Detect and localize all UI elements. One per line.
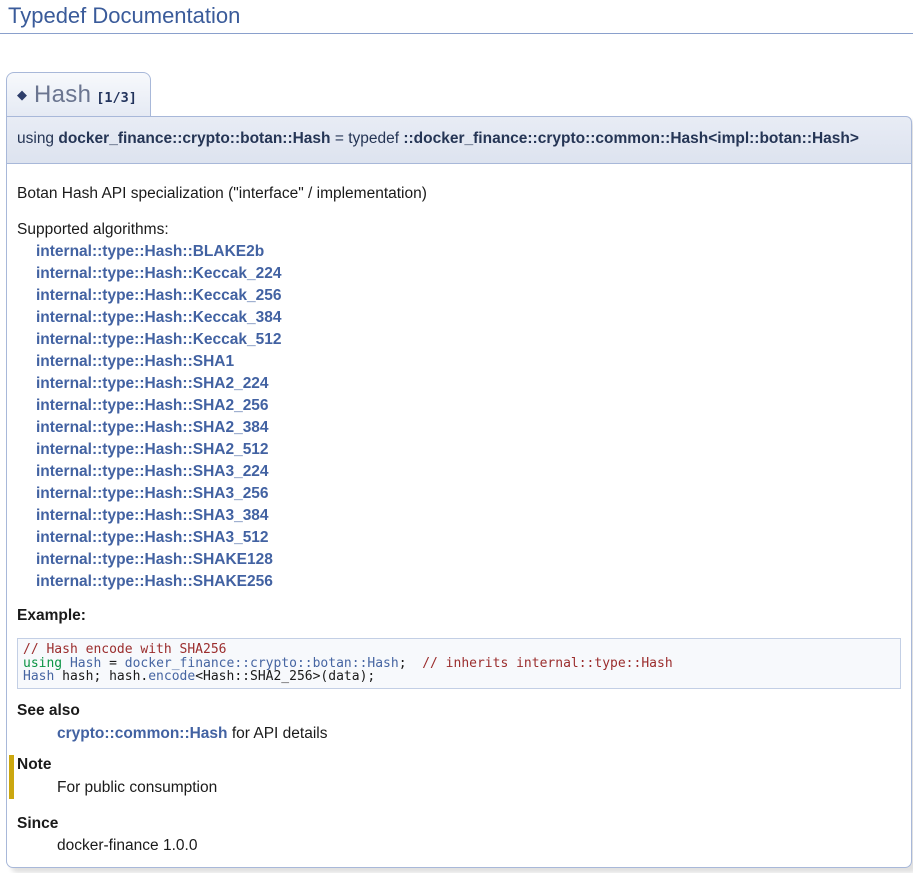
code-token: // inherits internal::type::Hash (422, 656, 672, 671)
code-line: using Hash = docker_finance::crypto::bot… (23, 657, 895, 671)
code-line: // Hash encode with SHA256 (23, 643, 895, 657)
member-section: ◆Hash[1/3] using docker_finance::crypto:… (6, 72, 912, 868)
algorithm-link[interactable]: internal::type::Hash::SHAKE256 (36, 571, 901, 593)
permalink-icon[interactable]: ◆ (17, 87, 27, 102)
see-also-link[interactable]: crypto::common::Hash (57, 725, 228, 742)
algorithm-link[interactable]: internal::type::Hash::SHA3_256 (36, 483, 901, 505)
code-line: Hash hash; hash.encode<Hash::SHA2_256>(d… (23, 670, 895, 684)
member-documentation: Botan Hash API specialization ("interfac… (6, 164, 912, 868)
algorithm-link[interactable]: internal::type::Hash::SHA1 (36, 351, 901, 373)
algorithm-link[interactable]: internal::type::Hash::Keccak_224 (36, 263, 901, 285)
example-section: Example: (17, 606, 901, 627)
see-also-section: See also crypto::common::Hash for API de… (17, 701, 901, 745)
see-also-text: for API details (228, 725, 328, 742)
algorithm-link[interactable]: internal::type::Hash::SHA3_224 (36, 461, 901, 483)
algorithm-link[interactable]: internal::type::Hash::Keccak_256 (36, 285, 901, 307)
member-item: using docker_finance::crypto::botan::Has… (6, 116, 912, 868)
example-label: Example: (17, 606, 901, 627)
code-link[interactable]: encode (148, 669, 195, 684)
supported-algorithms-label: Supported algorithms: (17, 220, 901, 241)
algorithm-link[interactable]: internal::type::Hash::SHA2_256 (36, 395, 901, 417)
member-tab: ◆ Hash [1/3] (6, 72, 151, 116)
note-label: Note (17, 755, 901, 776)
since-text: docker-finance 1.0.0 (57, 836, 901, 857)
algorithm-link[interactable]: internal::type::Hash::Keccak_384 (36, 307, 901, 329)
decl-using-keyword: using (17, 130, 58, 147)
member-overload-index: [1/3] (96, 90, 137, 106)
algorithm-list: internal::type::Hash::BLAKE2binternal::t… (36, 241, 901, 593)
algorithm-link[interactable]: internal::type::Hash::Keccak_512 (36, 329, 901, 351)
algorithm-link[interactable]: internal::type::Hash::SHA2_384 (36, 417, 901, 439)
algorithm-link[interactable]: internal::type::Hash::SHA3_384 (36, 505, 901, 527)
note-section: Note For public consumption (9, 755, 901, 799)
code-block: // Hash encode with SHA256using Hash = d… (17, 638, 901, 689)
member-name: Hash (34, 81, 91, 108)
since-label: Since (17, 814, 901, 835)
decl-typedef-name: docker_finance::crypto::botan::Hash (58, 130, 330, 147)
decl-underlying-type: ::docker_finance::crypto::common::Hash<i… (403, 130, 859, 147)
algorithm-link[interactable]: internal::type::Hash::SHA2_224 (36, 373, 901, 395)
member-description: Botan Hash API specialization ("interfac… (17, 184, 901, 205)
member-declaration: using docker_finance::crypto::botan::Has… (6, 116, 912, 164)
code-token: hash; hash. (54, 669, 148, 684)
since-section: Since docker-finance 1.0.0 (17, 814, 901, 858)
algorithm-link[interactable]: internal::type::Hash::SHA2_512 (36, 439, 901, 461)
decl-equals-typedef: = typedef (331, 130, 404, 147)
algorithm-link[interactable]: internal::type::Hash::SHA3_512 (36, 527, 901, 549)
algorithm-link[interactable]: internal::type::Hash::SHAKE128 (36, 549, 901, 571)
code-link[interactable]: Hash (23, 669, 54, 684)
note-text: For public consumption (57, 778, 901, 799)
see-also-label: See also (17, 701, 901, 722)
code-token: <Hash::SHA2_256>(data); (195, 669, 375, 684)
page-title: Typedef Documentation (0, 0, 913, 34)
algorithm-link[interactable]: internal::type::Hash::BLAKE2b (36, 241, 901, 263)
see-also-content: crypto::common::Hash for API details (57, 724, 901, 745)
code-token: ; (399, 656, 422, 671)
